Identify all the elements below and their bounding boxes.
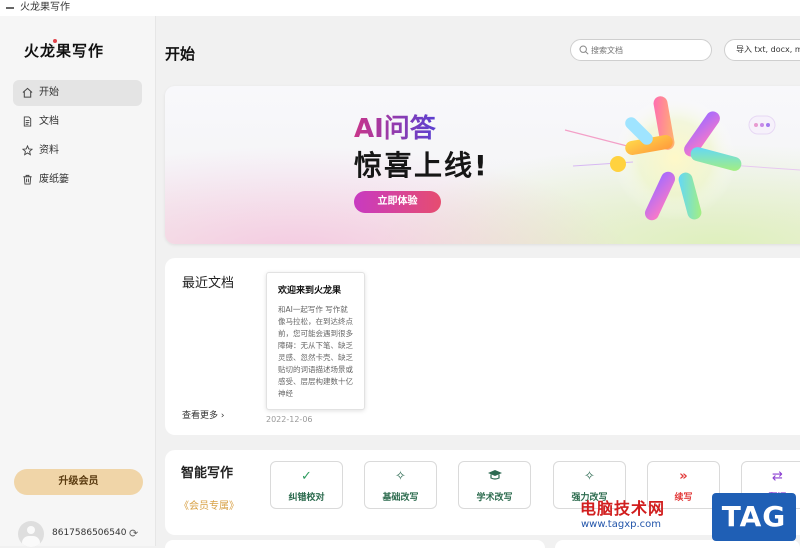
sidebar-item-label: 开始 bbox=[39, 87, 59, 98]
document-card[interactable]: 欢迎来到火龙果 和AI一起写作 写作就像马拉松，在到达终点前，您可能会遇到很多障… bbox=[266, 272, 365, 410]
burst-dot bbox=[610, 156, 626, 172]
smart-writing-title: 智能写作 bbox=[181, 466, 234, 481]
document-icon bbox=[23, 116, 32, 127]
ai-qa-banner[interactable]: AI问答 惊喜上线! 立即体验 bbox=[165, 86, 800, 244]
ai-burst-illustration bbox=[564, 96, 800, 221]
view-more-link[interactable]: 查看更多 › bbox=[182, 408, 225, 421]
swap-icon: ⇄ bbox=[772, 469, 783, 484]
watermark-url: www.tagxp.com bbox=[581, 519, 661, 530]
trash-icon bbox=[23, 174, 32, 185]
member-only-label: 《会员专属》 bbox=[179, 501, 239, 512]
view-more-label: 查看更多 bbox=[182, 411, 219, 421]
import-button[interactable]: 导入 txt, docx, m bbox=[724, 39, 800, 61]
star-icon bbox=[22, 145, 33, 156]
try-now-button[interactable]: 立即体验 bbox=[354, 191, 441, 213]
magic-wand-icon: ✧ bbox=[395, 469, 406, 484]
app-logo: 火龙果写作 bbox=[24, 42, 105, 60]
logo-dot-icon bbox=[53, 39, 57, 43]
tool-label: 学术改写 bbox=[476, 493, 513, 503]
banner-headline: AI问答 bbox=[354, 108, 436, 145]
search-icon bbox=[579, 45, 589, 55]
double-chevron-icon: » bbox=[679, 469, 688, 484]
watermark-tag-logo: TAG bbox=[712, 493, 796, 541]
magic-wand-icon: ✧ bbox=[584, 469, 595, 484]
check-icon: ✓ bbox=[301, 469, 312, 484]
avatar-head-icon bbox=[27, 526, 35, 534]
sidebar-item-label: 废纸篓 bbox=[39, 174, 69, 185]
tool-academic-rewrite[interactable]: 学术改写 bbox=[458, 461, 531, 509]
page-title: 开始 bbox=[165, 45, 196, 63]
search-input[interactable] bbox=[591, 43, 703, 57]
recent-documents-panel: 最近文档 查看更多 › 欢迎来到火龙果 和AI一起写作 写作就像马拉松，在到达终… bbox=[165, 258, 800, 435]
tool-proofread[interactable]: ✓ 纠错校对 bbox=[270, 461, 343, 509]
smart-writing-panel: 智能写作 《会员专属》 ✓ 纠错校对 ✧ 基础改写 学术改写 ✧ 强力改写 » … bbox=[165, 450, 800, 535]
home-icon bbox=[22, 87, 33, 98]
avatar[interactable] bbox=[18, 521, 44, 547]
window-title: 火龙果写作 bbox=[20, 2, 70, 13]
sidebar-item-trash[interactable]: 废纸篓 bbox=[13, 167, 142, 193]
search-box[interactable] bbox=[570, 39, 712, 61]
document-title: 欢迎来到火龙果 bbox=[278, 286, 342, 296]
user-phone: 8617586506540 bbox=[52, 528, 127, 538]
tool-basic-rewrite[interactable]: ✧ 基础改写 bbox=[364, 461, 437, 509]
refresh-icon[interactable]: ⟳ bbox=[129, 527, 138, 540]
graduation-cap-icon bbox=[459, 469, 530, 485]
sidebar-item-label: 文档 bbox=[39, 116, 59, 127]
tool-label: 纠错校对 bbox=[288, 493, 325, 503]
document-excerpt: 和AI一起写作 写作就像马拉松，在到达终点前，您可能会遇到很多障碍：无从下笔、缺… bbox=[278, 305, 353, 398]
document-date: 2022-12-06 bbox=[266, 415, 313, 424]
app-menu-icon[interactable] bbox=[6, 7, 14, 9]
sidebar-item-start[interactable]: 开始 bbox=[13, 80, 142, 106]
watermark-site-name: 电脑技术网 bbox=[580, 499, 666, 518]
banner-subheadline: 惊喜上线! bbox=[354, 149, 489, 182]
title-bar: 火龙果写作 bbox=[0, 0, 800, 16]
chevron-right-icon: › bbox=[220, 411, 225, 421]
bottom-card-right bbox=[555, 540, 800, 548]
sidebar-item-documents[interactable]: 文档 bbox=[13, 109, 142, 135]
sidebar-item-materials[interactable]: 资料 bbox=[13, 138, 142, 164]
sidebar: 火龙果写作 开始 文档 资料 废纸篓 升级会员 8617586506540 ⟳ bbox=[0, 16, 156, 547]
upgrade-membership-button[interactable]: 升级会员 bbox=[14, 469, 143, 495]
recent-documents-title: 最近文档 bbox=[182, 276, 235, 291]
avatar-body-icon bbox=[22, 536, 40, 547]
tool-label: 基础改写 bbox=[382, 493, 419, 503]
sidebar-item-label: 资料 bbox=[39, 145, 59, 156]
bottom-card-left bbox=[165, 540, 545, 548]
